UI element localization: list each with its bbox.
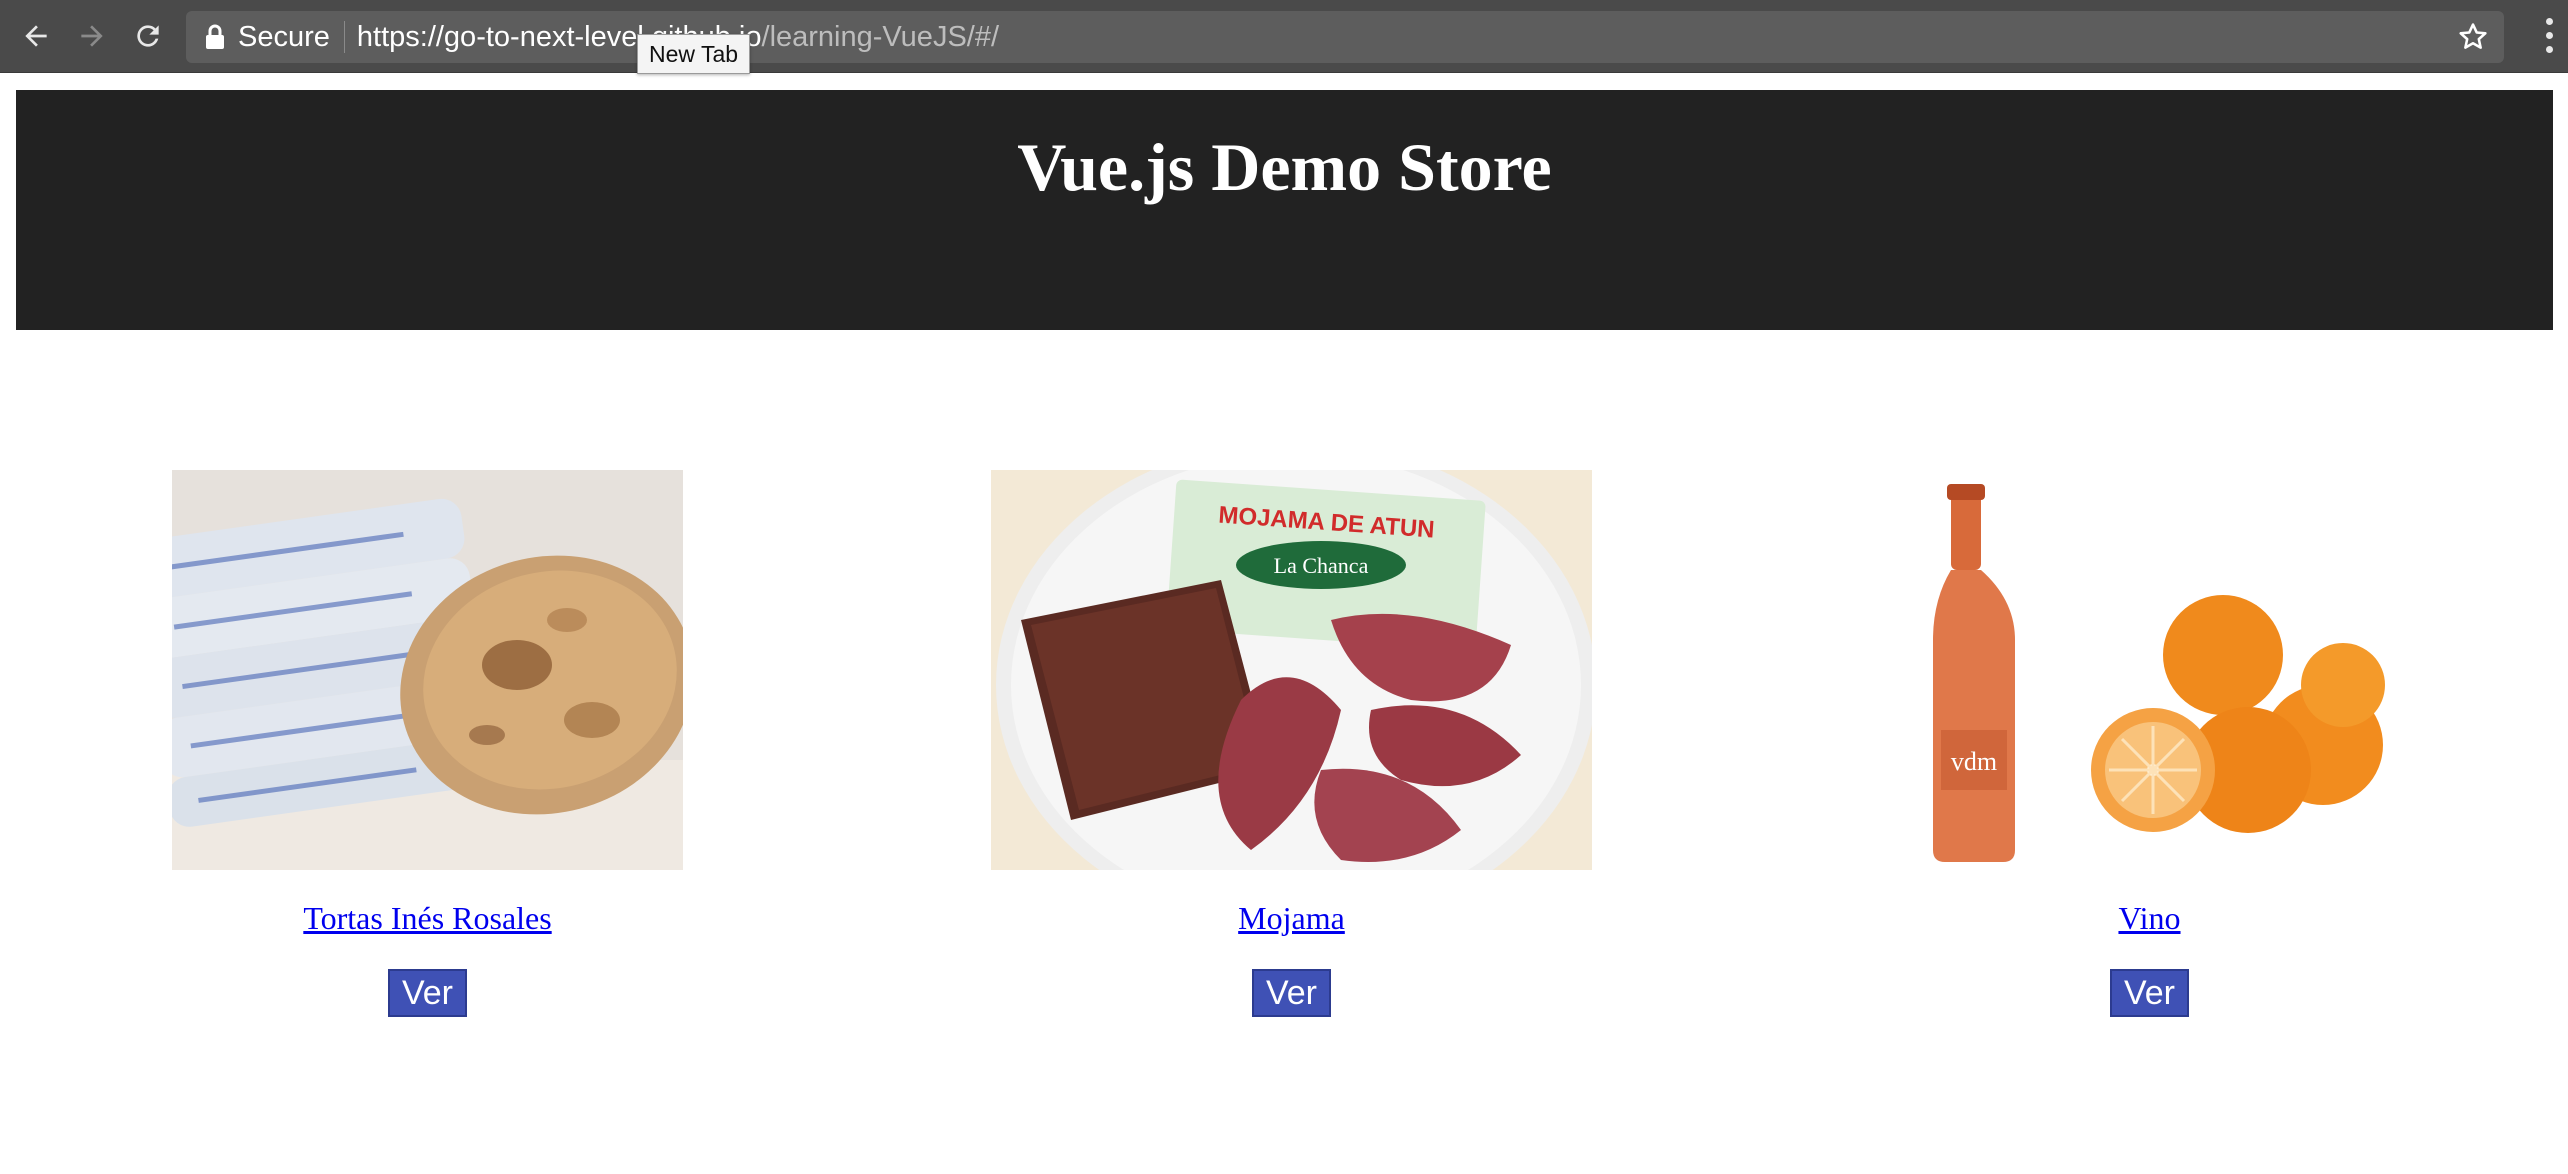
lock-icon — [204, 24, 226, 50]
svg-text:La Chanca: La Chanca — [1274, 553, 1369, 578]
page-title: Vue.js Demo Store — [1017, 129, 1552, 205]
address-bar[interactable]: Secure https://go-to-next-level.github.i… — [186, 11, 2504, 63]
product-card: MOJAMA DE ATUN La Chanca Mojama Ver — [991, 470, 1592, 1017]
star-icon[interactable] — [2456, 20, 2490, 54]
product-image-vino: vdm — [1903, 470, 2396, 870]
omnibox-divider — [343, 21, 345, 53]
reload-icon[interactable] — [126, 14, 170, 58]
tab-tooltip: New Tab — [637, 34, 751, 74]
product-card: Tortas Inés Rosales Ver — [172, 470, 683, 1017]
browser-toolbar: Secure https://go-to-next-level.github.i… — [0, 0, 2568, 73]
product-link[interactable]: Tortas Inés Rosales — [303, 900, 551, 937]
menu-dots-icon[interactable] — [2544, 18, 2554, 56]
store-header: Vue.js Demo Store — [16, 90, 2553, 330]
ver-button[interactable]: Ver — [2109, 969, 2190, 1017]
product-link[interactable]: Vino — [2118, 900, 2180, 937]
ver-button[interactable]: Ver — [1251, 969, 1332, 1017]
product-card: vdm Vino Ver — [1903, 470, 2396, 1017]
back-arrow-icon[interactable] — [14, 14, 58, 58]
svg-text:vdm: vdm — [1951, 747, 1997, 776]
product-image-mojama: MOJAMA DE ATUN La Chanca — [991, 470, 1592, 870]
forward-arrow-icon[interactable] — [70, 14, 114, 58]
secure-label: Secure — [238, 20, 330, 53]
product-link[interactable]: Mojama — [1238, 900, 1345, 937]
product-image-tortas — [172, 470, 683, 870]
url-path: /learning-VueJS/#/ — [761, 20, 1000, 53]
ver-button[interactable]: Ver — [387, 969, 468, 1017]
